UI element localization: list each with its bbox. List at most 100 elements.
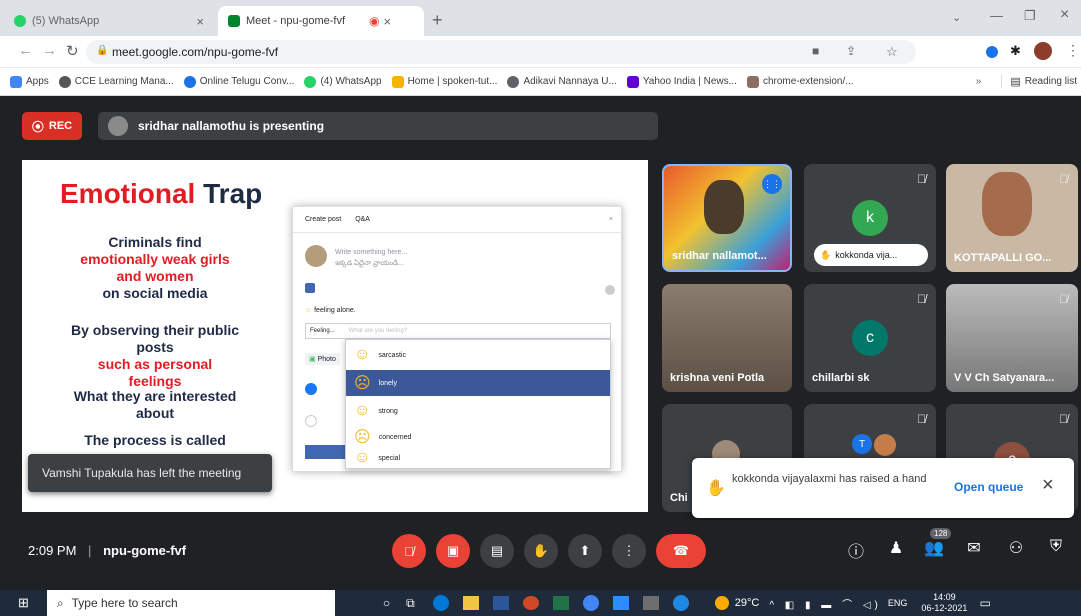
mic-off-icon: 🎙̸ [917,292,926,306]
reading-list-label: Reading list [1024,76,1077,87]
tab-strip: (5) WhatsApp × Meet - npu-gome-fvf ◉ × +… [0,0,1081,36]
participant-photo [874,434,896,456]
bookmark-spoken[interactable]: Home | spoken-tut... [391,75,497,88]
slide-text: Criminals find [108,234,202,250]
participant-tile[interactable]: ⋮⋮ sridhar nallamot... [662,164,792,272]
recording-badge: ⦿ REC [22,112,82,140]
bookmark-telugu[interactable]: Online Telugu Conv... [183,75,294,88]
forward-icon[interactable]: → [42,42,57,59]
host-controls-icon[interactable]: ⛨ [1044,538,1068,556]
close-tab-icon[interactable]: × [196,14,204,29]
more-vert-icon: ⋮ [622,543,636,558]
feeling-input: Feeling... What are you feeling? [305,323,611,339]
presenter-avatar [108,116,128,136]
reload-icon[interactable]: ↻ [66,42,79,60]
tab-whatsapp[interactable]: (5) WhatsApp × [4,6,214,36]
leave-call-button[interactable]: ☎ [656,534,706,568]
hand-raise-text: kokkonda vijayalaxmi has raised a hand [732,473,927,485]
camera-icon[interactable]: ■ [812,44,819,58]
raise-hand-button[interactable]: ✋ [524,534,558,568]
extension-icon[interactable] [986,46,998,58]
open-queue-button[interactable]: Open queue [954,480,1023,494]
edge-icon[interactable] [432,595,449,611]
task-view-icon[interactable]: ⧉ [406,596,415,611]
mic-toggle-button[interactable]: 🎙̸ [392,534,426,568]
bookmark-extension[interactable]: chrome-extension/... [746,75,854,88]
feeling-option-label: strong [378,407,398,415]
participant-tile[interactable]: 🎙̸ KOTTAPALLI GO... [946,164,1078,272]
create-post-tab: Create post [305,216,342,223]
bookmark-apps[interactable]: Apps [10,75,49,88]
photo-chip: ▣ Photo [305,353,340,365]
bookmark-whatsapp[interactable]: (4) WhatsApp [304,75,382,88]
new-tab-button[interactable]: + [432,10,443,31]
people-icon[interactable]: ♟ [884,538,908,558]
weather-temp[interactable]: 29°C [735,597,760,609]
hand-icon: ✋ [820,249,832,260]
camera-toggle-button[interactable]: ▣ [436,534,470,568]
more-options-button[interactable]: ⋮ [612,534,646,568]
bookmark-star-icon[interactable]: ☆ [886,44,898,60]
mic-off-icon: 🎙̸ [1059,172,1068,186]
participant-tile[interactable]: krishna veni Potla [662,284,792,392]
restore-button[interactable]: ❐ [1024,8,1036,24]
tab-meet[interactable]: Meet - npu-gome-fvf ◉ × [218,6,424,36]
emoji-icon: ☺ [354,449,371,466]
app-icon[interactable] [672,595,689,611]
present-button[interactable]: ⬆ [568,534,602,568]
zoom-icon[interactable] [612,596,629,610]
tab-search-icon[interactable]: ⌄ [952,11,961,24]
app-icon[interactable] [522,596,539,610]
participant-avatar: T [852,434,872,454]
weather-icon [714,596,729,610]
chrome-icon[interactable] [582,595,599,611]
activities-icon[interactable]: ⚇ [1004,538,1028,558]
language-indicator[interactable]: ENG [888,598,908,608]
slide-point-1: Criminals find emotionally weak girls an… [70,234,240,302]
minimize-button[interactable]: — [990,8,1003,23]
app-icon[interactable] [642,596,659,610]
bookmark-yahoo[interactable]: Yahoo India | News... [626,75,737,88]
notifications-icon[interactable]: ▭ [979,596,990,610]
bookmarks-overflow[interactable]: » [976,76,982,87]
lock-icon: 🔒 [96,45,109,56]
close-tab-icon[interactable]: × [384,14,392,29]
participant-tile[interactable]: 🎙̸ c chillarbi sk [804,284,936,392]
cortana-icon[interactable]: ○ [383,596,390,610]
file-explorer-icon[interactable] [462,596,479,610]
excel-icon[interactable] [552,596,569,610]
system-tray-icons[interactable]: ^ ◧ ▮ ▬ ⌒ ◁) [769,596,882,611]
photo-icon: ▣ [309,356,316,363]
reading-list-button[interactable]: ▤ Reading list [1001,75,1077,88]
participant-tile[interactable]: 🎙̸ k ✋ kokkonda vija... [804,164,936,272]
meeting-info-icon[interactable]: ⓘ [844,538,868,562]
back-icon[interactable]: ← [18,42,33,59]
participant-name: sridhar nallamot... [672,250,767,262]
menu-kebab-icon[interactable]: ⋮ [1066,42,1080,59]
url-text[interactable]: meet.google.com/npu-gome-fvf [112,45,278,59]
extensions-puzzle-icon[interactable]: ✱ [1010,43,1021,59]
bookmark-nannaya[interactable]: Adikavi Nannaya U... [507,75,617,88]
participants-icon[interactable]: 👥 [922,538,946,558]
feeling-option-label: concerned [378,433,412,441]
emoji-icon: ☺ [354,402,371,419]
participant-tile[interactable]: 🎙̸ V V Ch Satyanara... [946,284,1078,392]
close-window-button[interactable]: × [1060,6,1069,24]
participant-name: krishna veni Potla [670,372,765,384]
chat-icon[interactable]: ✉ [962,538,986,558]
address-bar[interactable]: 🔒 meet.google.com/npu-gome-fvf ☆ ⇪ ■ [86,40,916,64]
clock-time: 14:09 [933,592,956,602]
bookmark-label: Adikavi Nannaya U... [523,76,617,87]
participant-avatar: k [852,200,888,236]
bookmark-cce[interactable]: CCE Learning Mana... [58,75,174,88]
share-icon[interactable]: ⇪ [846,44,856,58]
profile-avatar[interactable] [1034,42,1052,60]
taskbar-clock[interactable]: 14:09 06-12-2021 [921,592,967,614]
post-placeholder: Write something here... [335,249,408,256]
mic-off-icon: 🎙̸ [917,412,926,426]
taskbar-search[interactable]: ⌕ Type here to search [46,590,335,616]
captions-button[interactable]: ▤ [480,534,514,568]
word-icon[interactable] [492,596,509,610]
windows-start-icon[interactable]: ⊞ [18,595,29,611]
close-notification-button[interactable]: × [1042,474,1054,497]
